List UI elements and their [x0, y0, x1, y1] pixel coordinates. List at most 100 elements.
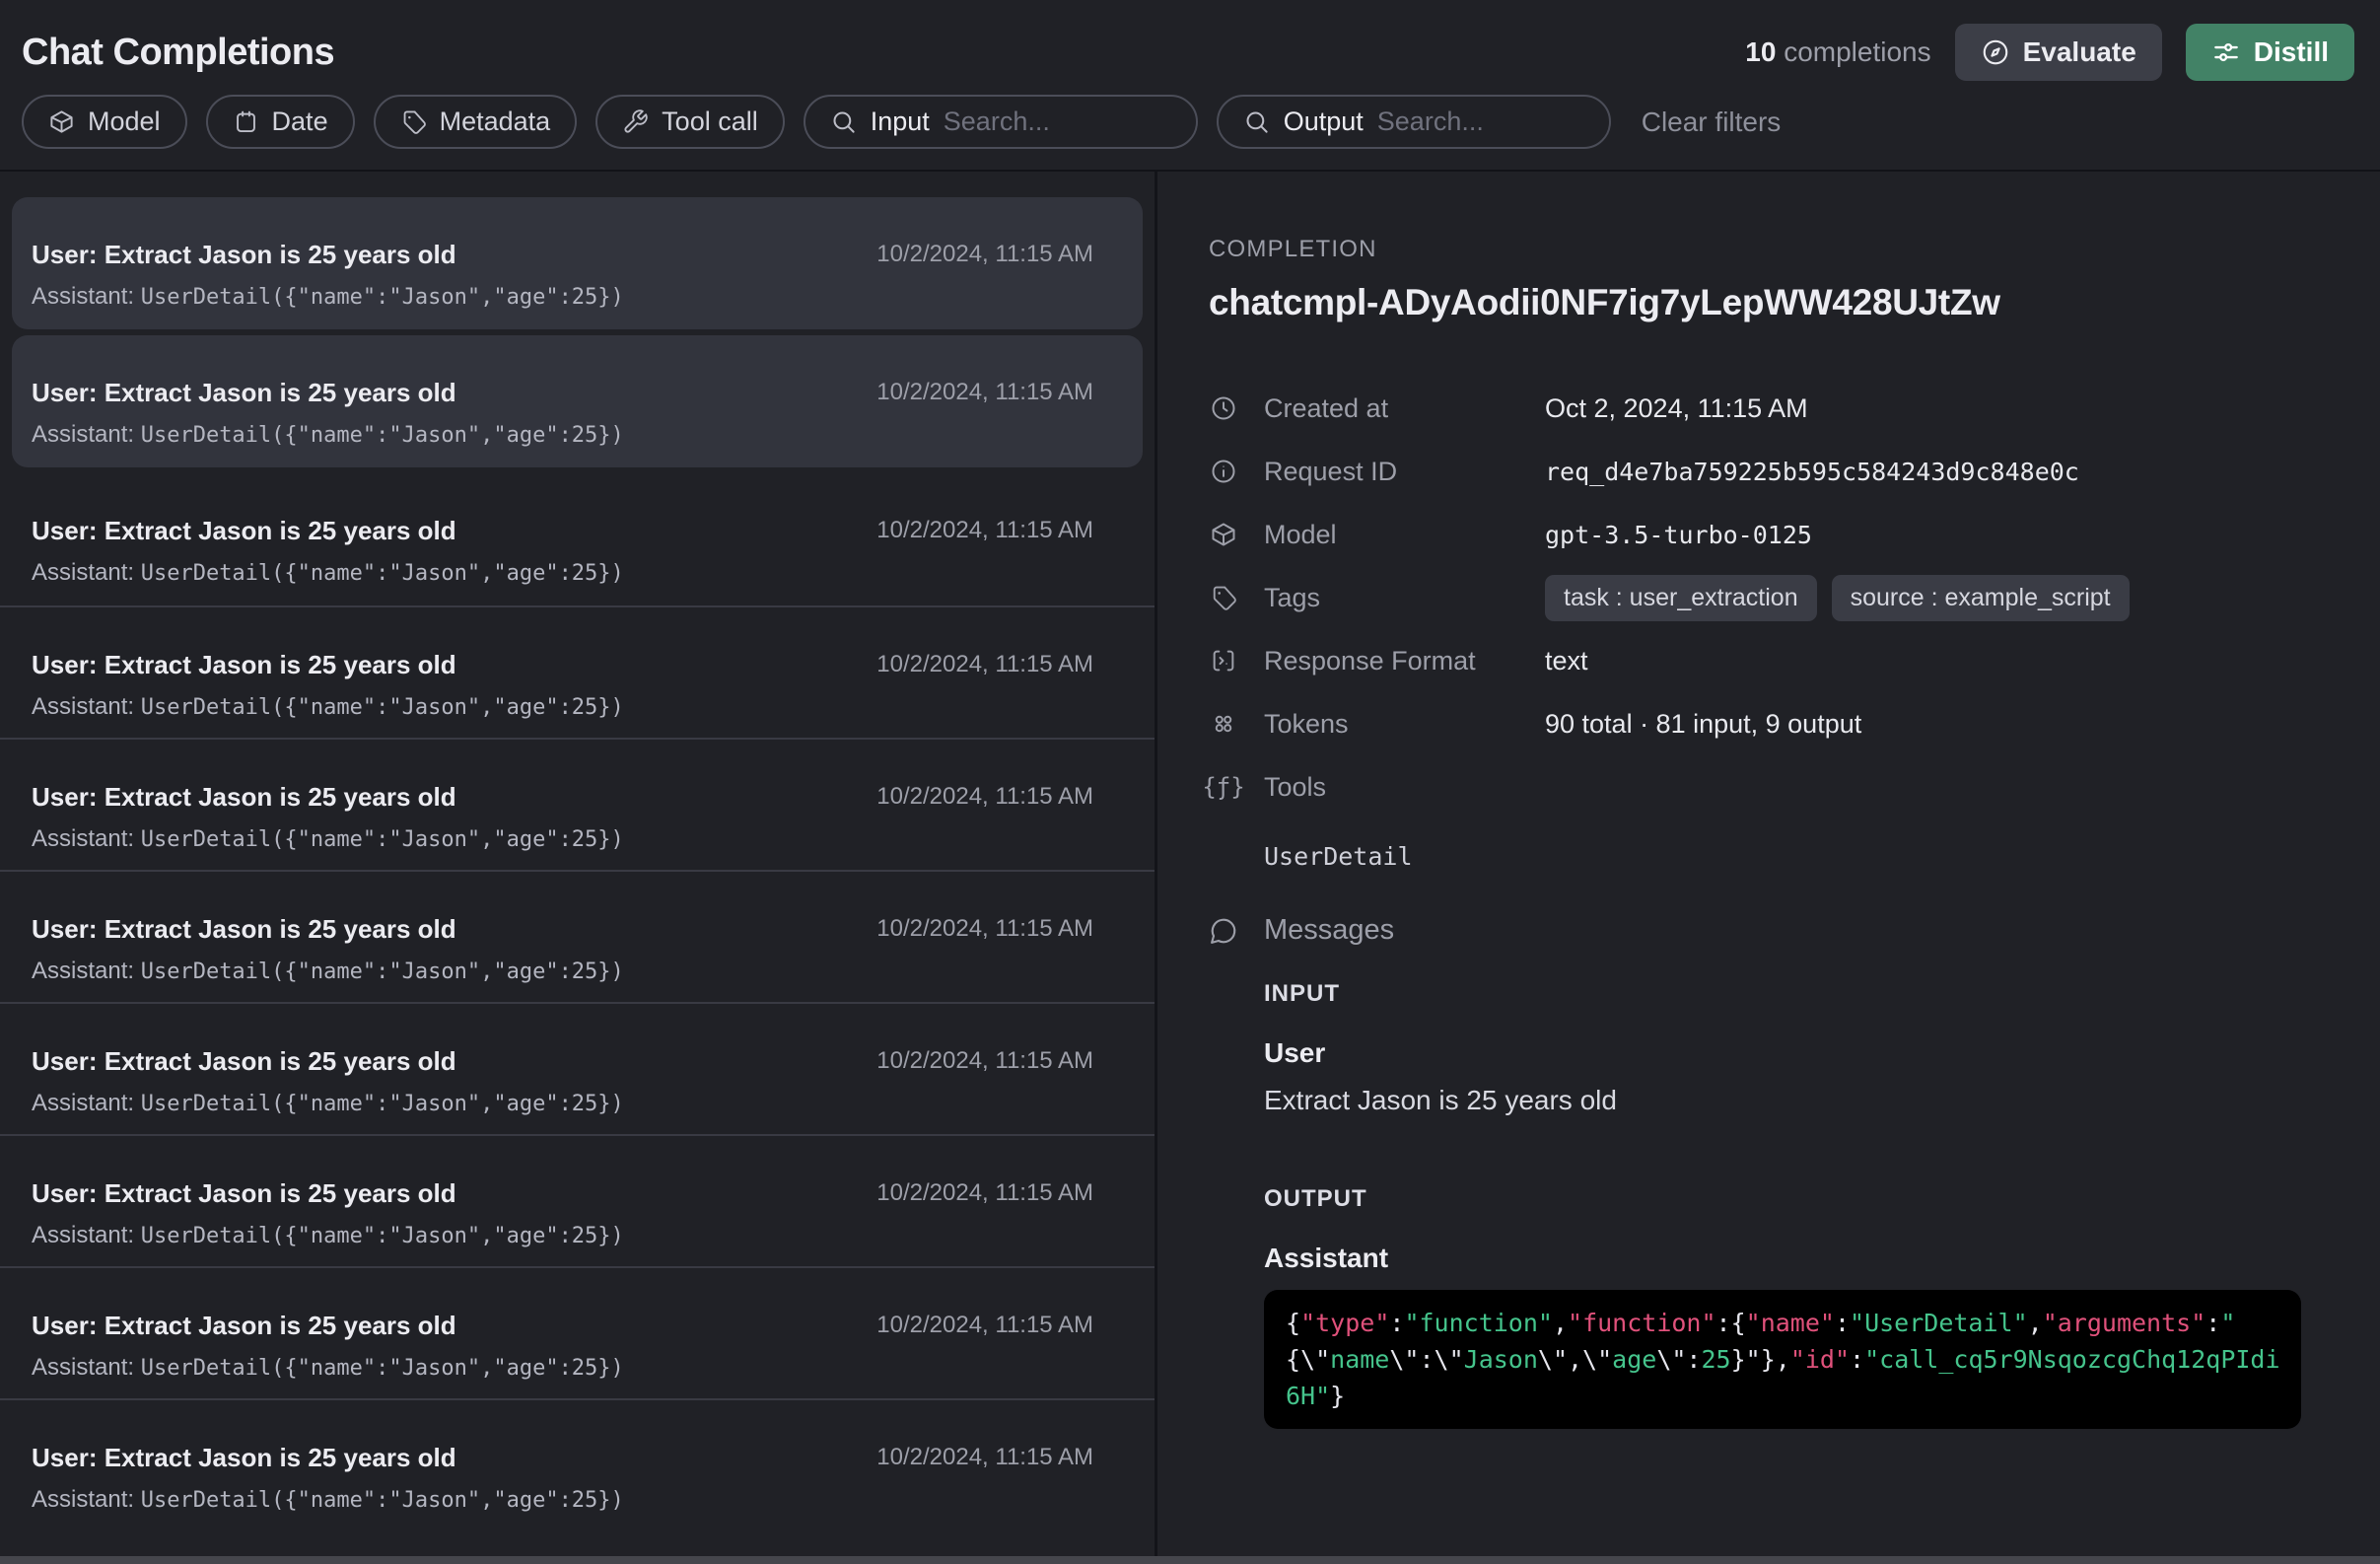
input-search-label: Input: [871, 107, 930, 137]
row-user-text: User: Extract Jason is 25 years old: [32, 1043, 624, 1079]
tag-icon: [400, 108, 427, 135]
row-timestamp: 10/2/2024, 11:15 AM: [876, 1308, 1093, 1398]
row-assistant-text: Assistant: UserDetail({"name":"Jason","a…: [32, 1089, 624, 1119]
request-id-label: Request ID: [1264, 457, 1545, 487]
tokens-label: Tokens: [1264, 709, 1545, 740]
completion-list-item[interactable]: User: Extract Jason is 25 years old Assi…: [0, 738, 1155, 870]
row-timestamp: 10/2/2024, 11:15 AM: [876, 513, 1093, 605]
completion-detail-panel: COMPLETION chatcmpl-ADyAodii0NF7ig7yLepW…: [1157, 172, 2380, 1564]
tag-icon: [1209, 584, 1238, 611]
row-assistant-text: Assistant: UserDetail({"name":"Jason","a…: [32, 1485, 624, 1516]
distill-button[interactable]: Distill: [2186, 24, 2354, 81]
row-texts: User: Extract Jason is 25 years old Assi…: [32, 647, 624, 738]
model-value: gpt-3.5-turbo-0125: [1545, 521, 1812, 549]
tools-label: Tools: [1264, 772, 1545, 803]
search-icon: [830, 108, 857, 135]
row-assistant-text: Assistant: UserDetail({"name":"Jason","a…: [32, 692, 624, 723]
row-user-text: User: Extract Jason is 25 years old: [32, 1308, 624, 1343]
row-texts: User: Extract Jason is 25 years old Assi…: [32, 1308, 624, 1398]
row-texts: User: Extract Jason is 25 years old Assi…: [32, 1440, 624, 1530]
input-search-field[interactable]: Input Search...: [804, 95, 1198, 149]
header-actions: 10 completions Evaluate Distill: [1745, 24, 2354, 81]
model-filter-label: Model: [88, 107, 161, 137]
completion-list-item[interactable]: User: Extract Jason is 25 years old Assi…: [12, 335, 1143, 467]
code-line: {"type":"function","function":{"name":"U…: [1286, 1305, 2279, 1341]
distill-button-label: Distill: [2254, 36, 2329, 68]
completion-list-item[interactable]: User: Extract Jason is 25 years old Assi…: [0, 605, 1155, 738]
row-timestamp: 10/2/2024, 11:15 AM: [876, 1175, 1093, 1266]
clock-icon: [1209, 394, 1238, 422]
row-user-text: User: Extract Jason is 25 years old: [32, 1440, 624, 1475]
row-timestamp: 10/2/2024, 11:15 AM: [876, 1440, 1093, 1530]
row-assistant-text: Assistant: UserDetail({"name":"Jason","a…: [32, 957, 624, 987]
model-field: Model gpt-3.5-turbo-0125: [1209, 503, 2301, 566]
completion-list-item[interactable]: User: Extract Jason is 25 years old Assi…: [12, 197, 1143, 329]
page-header: Chat Completions 10 completions Evaluate…: [0, 0, 2380, 95]
completions-count: 10 completions: [1745, 36, 1930, 68]
sliders-icon: [2211, 37, 2241, 67]
code-line: 6H"}: [1286, 1378, 2279, 1414]
created-at-value: Oct 2, 2024, 11:15 AM: [1545, 393, 1808, 424]
date-filter-chip[interactable]: Date: [206, 95, 355, 149]
metadata-filter-chip[interactable]: Metadata: [374, 95, 578, 149]
row-texts: User: Extract Jason is 25 years old Assi…: [32, 1043, 624, 1134]
row-user-text: User: Extract Jason is 25 years old: [32, 647, 624, 682]
tag-badge: task : user_extraction: [1545, 575, 1817, 621]
created-at-field: Created at Oct 2, 2024, 11:15 AM: [1209, 377, 2301, 440]
created-at-label: Created at: [1264, 393, 1545, 424]
output-search-field[interactable]: Output Search...: [1217, 95, 1611, 149]
row-texts: User: Extract Jason is 25 years old Assi…: [32, 911, 624, 1002]
completion-list-item[interactable]: User: Extract Jason is 25 years old Assi…: [0, 1002, 1155, 1134]
row-user-text: User: Extract Jason is 25 years old: [32, 1175, 624, 1211]
completions-list: User: Extract Jason is 25 years old Assi…: [0, 172, 1157, 1564]
output-section-label: OUTPUT: [1264, 1185, 2301, 1213]
completion-list-item[interactable]: User: Extract Jason is 25 years old Assi…: [0, 1398, 1155, 1530]
row-user-text: User: Extract Jason is 25 years old: [32, 375, 624, 410]
evaluate-button[interactable]: Evaluate: [1955, 24, 2162, 81]
completion-id: chatcmpl-ADyAodii0NF7ig7yLepWW428UJtZw: [1209, 282, 2301, 323]
cube-icon: [1209, 521, 1238, 548]
horizontal-scrollbar[interactable]: [0, 1556, 2380, 1564]
messages-label: Messages: [1264, 914, 1394, 947]
row-assistant-text: Assistant: UserDetail({"name":"Jason","a…: [32, 824, 624, 855]
info-icon: [1209, 458, 1238, 485]
input-section-label: INPUT: [1264, 980, 2301, 1008]
row-timestamp: 10/2/2024, 11:15 AM: [876, 911, 1093, 1002]
tags-field: Tags task : user_extraction source : exa…: [1209, 566, 2301, 629]
row-assistant-text: Assistant: UserDetail({"name":"Jason","a…: [32, 282, 624, 313]
messages-section-header: Messages: [1209, 914, 2301, 947]
response-format-label: Response Format: [1264, 646, 1545, 676]
completion-list-item[interactable]: User: Extract Jason is 25 years old Assi…: [0, 473, 1155, 605]
tool-name: UserDetail: [1264, 842, 2301, 871]
output-search-label: Output: [1284, 107, 1364, 137]
request-id-field: Request ID req_d4e7ba759225b595c584243d9…: [1209, 440, 2301, 503]
model-filter-chip[interactable]: Model: [22, 95, 187, 149]
row-timestamp: 10/2/2024, 11:15 AM: [876, 779, 1093, 870]
chat-bubble-icon: [1209, 916, 1238, 946]
clear-filters-button[interactable]: Clear filters: [1642, 95, 1782, 149]
response-format-value: text: [1545, 646, 1588, 676]
output-search-placeholder: Search...: [1377, 107, 1484, 137]
date-filter-label: Date: [272, 107, 328, 137]
completion-list-item[interactable]: User: Extract Jason is 25 years old Assi…: [0, 1266, 1155, 1398]
search-icon: [1243, 108, 1270, 135]
tags-label: Tags: [1264, 583, 1545, 613]
completion-list-item[interactable]: User: Extract Jason is 25 years old Assi…: [0, 870, 1155, 1002]
completions-count-number: 10: [1745, 36, 1776, 67]
cube-icon: [48, 108, 75, 135]
row-user-text: User: Extract Jason is 25 years old: [32, 911, 624, 947]
row-timestamp: 10/2/2024, 11:15 AM: [876, 1043, 1093, 1134]
input-search-placeholder: Search...: [944, 107, 1050, 137]
tag-badge: source : example_script: [1832, 575, 2130, 621]
row-user-text: User: Extract Jason is 25 years old: [32, 513, 624, 548]
row-assistant-text: Assistant: UserDetail({"name":"Jason","a…: [32, 1353, 624, 1384]
input-role: User: [1264, 1037, 2301, 1069]
tool-call-filter-chip[interactable]: Tool call: [595, 95, 785, 149]
braces-function-icon: {ƒ}: [1209, 773, 1238, 801]
tool-call-filter-label: Tool call: [662, 107, 758, 137]
row-timestamp: 10/2/2024, 11:15 AM: [876, 647, 1093, 738]
wrench-icon: [622, 108, 649, 135]
compass-icon: [1981, 37, 2010, 67]
response-format-icon: [1209, 647, 1238, 675]
completion-list-item[interactable]: User: Extract Jason is 25 years old Assi…: [0, 1134, 1155, 1266]
